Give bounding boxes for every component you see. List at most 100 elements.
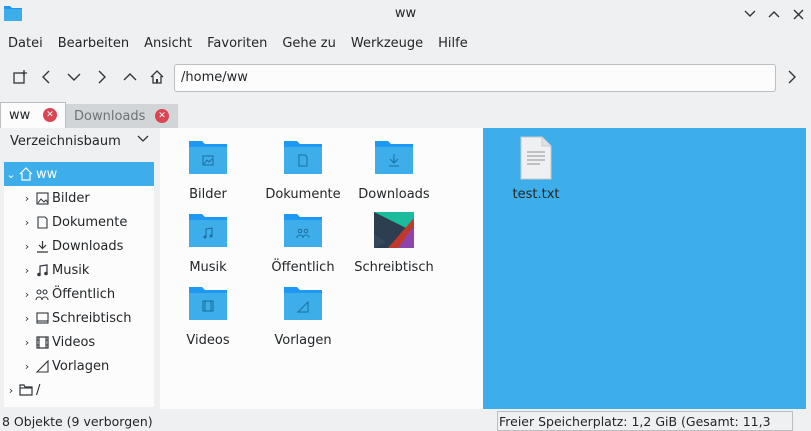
tab-downloads[interactable]: Downloads ✕ (66, 104, 178, 128)
file-item-videos[interactable]: Videos (160, 274, 256, 354)
tree-item-label: / (36, 382, 41, 398)
image-icon (34, 190, 50, 206)
video-icon (34, 334, 50, 350)
file-view[interactable]: Bilder Dokumente Downloads Musik Öffentl… (160, 128, 483, 409)
sidebar-title: Verzeichnisbaum (10, 134, 121, 149)
music-folder-icon (189, 214, 227, 247)
tree-item-label: ww (36, 166, 58, 182)
path-input[interactable]: /home/ww (174, 64, 776, 92)
file-item-oeffentlich[interactable]: Öffentlich (255, 201, 351, 281)
file-label: Dokumente (265, 187, 341, 202)
file-label: Downloads (358, 187, 430, 202)
tree-item-downloads[interactable]: › Downloads (4, 234, 154, 258)
tab-close-icon[interactable]: ✕ (155, 109, 169, 123)
history-down-icon (67, 73, 81, 81)
tab-label: ww (9, 108, 31, 123)
navigation-toolbar: /home/ww (0, 62, 811, 94)
second-file-view[interactable]: test.txt (483, 128, 806, 409)
file-item-vorlagen[interactable]: Vorlagen (255, 274, 351, 354)
text-file-icon (520, 136, 552, 180)
menu-gehe-zu[interactable]: Gehe zu (274, 30, 343, 56)
new-tab-icon (13, 70, 27, 84)
minimize-button[interactable] (740, 4, 760, 24)
chevron-up-icon (768, 11, 780, 18)
tree-item-ww[interactable]: ⌄ ww (4, 162, 154, 186)
menu-favoriten[interactable]: Favoriten (199, 30, 274, 56)
file-item-schreibtisch[interactable]: Schreibtisch (346, 201, 442, 281)
chevron-down-icon (744, 10, 756, 17)
sidebar: Verzeichnisbaum ⌄ ww › Bilder › Dokument… (0, 128, 155, 409)
tree-item-musik[interactable]: › Musik (4, 258, 154, 282)
expand-arrow-icon[interactable]: › (20, 312, 34, 325)
menu-hilfe[interactable]: Hilfe (430, 30, 475, 56)
chevron-down-icon[interactable] (137, 132, 149, 147)
collapse-arrow-icon[interactable]: ⌄ (4, 168, 18, 181)
tree-item-videos[interactable]: › Videos (4, 330, 154, 354)
tab-close-icon[interactable]: ✕ (43, 108, 57, 122)
expand-arrow-icon[interactable]: › (20, 240, 34, 253)
tree-item-label: Schreibtisch (52, 310, 132, 326)
home-button[interactable] (145, 65, 169, 89)
tree-item-root[interactable]: › / (4, 378, 154, 402)
status-free-space: Freier Speicherplatz: 1,2 GiB (Gesamt: 1… (497, 411, 793, 431)
expand-arrow-icon[interactable]: › (20, 192, 34, 205)
document-folder-icon (284, 141, 322, 174)
back-button[interactable] (34, 65, 58, 89)
forward-button[interactable] (90, 65, 114, 89)
expand-arrow-icon[interactable]: › (20, 216, 34, 229)
file-label: test.txt (512, 187, 560, 202)
tree-item-label: Dokumente (52, 214, 128, 230)
tab-ww[interactable]: ww ✕ (0, 102, 66, 128)
tree-item-schreibtisch[interactable]: › Schreibtisch (4, 306, 154, 330)
expand-arrow-icon[interactable]: › (20, 336, 34, 349)
menu-werkzeuge[interactable]: Werkzeuge (343, 30, 430, 56)
template-icon (34, 358, 50, 374)
maximize-button[interactable] (764, 4, 784, 24)
menu-bearbeiten[interactable]: Bearbeiten (50, 30, 136, 56)
up-button[interactable] (118, 65, 142, 89)
expand-arrow-icon[interactable]: › (20, 264, 34, 277)
document-icon (34, 214, 50, 230)
expand-arrow-icon[interactable]: › (20, 288, 34, 301)
home-icon (18, 166, 34, 182)
tree-item-label: Öffentlich (52, 286, 116, 302)
directory-tree: ⌄ ww › Bilder › Dokumente › Downloads › … (4, 162, 154, 407)
more-button[interactable] (780, 65, 804, 89)
menu-datei[interactable]: Datei (0, 30, 50, 56)
desktop-wallpaper-icon (374, 212, 414, 248)
close-icon (793, 9, 803, 19)
file-item-dokumente[interactable]: Dokumente (255, 128, 351, 208)
sidebar-header[interactable]: Verzeichnisbaum (0, 134, 155, 158)
status-bar: 8 Objekte (9 verborgen) Freier Speicherp… (0, 410, 811, 431)
title-bar[interactable]: ww (0, 0, 811, 28)
tree-item-oeffentlich[interactable]: › Öffentlich (4, 282, 154, 306)
tree-item-label: Bilder (52, 190, 90, 206)
file-manager-window: ww Datei Bearbeiten Ansicht Favoriten Ge… (0, 0, 811, 431)
file-item-test-txt[interactable]: test.txt (488, 128, 584, 208)
menu-ansicht[interactable]: Ansicht (136, 30, 199, 56)
tab-bar: ww ✕ Downloads ✕ (0, 102, 811, 128)
more-icon (788, 70, 796, 84)
video-folder-icon (189, 287, 227, 320)
window-title: ww (394, 6, 417, 21)
file-label: Schreibtisch (354, 260, 434, 275)
file-item-downloads[interactable]: Downloads (346, 128, 442, 208)
tree-item-label: Musik (52, 262, 90, 278)
file-item-bilder[interactable]: Bilder (160, 128, 256, 208)
close-button[interactable] (788, 4, 808, 24)
file-label: Videos (186, 333, 230, 348)
history-button[interactable] (62, 65, 86, 89)
folder-icon (18, 382, 34, 398)
expand-arrow-icon[interactable]: › (20, 360, 34, 373)
tree-item-bilder[interactable]: › Bilder (4, 186, 154, 210)
status-item-count: 8 Objekte (9 verborgen) (2, 414, 153, 429)
file-label: Musik (189, 260, 227, 275)
forward-icon (98, 70, 106, 84)
template-folder-icon (284, 287, 322, 320)
tree-item-dokumente[interactable]: › Dokumente (4, 210, 154, 234)
tree-item-vorlagen[interactable]: › Vorlagen (4, 354, 154, 378)
up-icon (123, 73, 137, 81)
file-item-musik[interactable]: Musik (160, 201, 256, 281)
new-tab-button[interactable] (8, 65, 32, 89)
expand-arrow-icon[interactable]: › (4, 384, 18, 397)
